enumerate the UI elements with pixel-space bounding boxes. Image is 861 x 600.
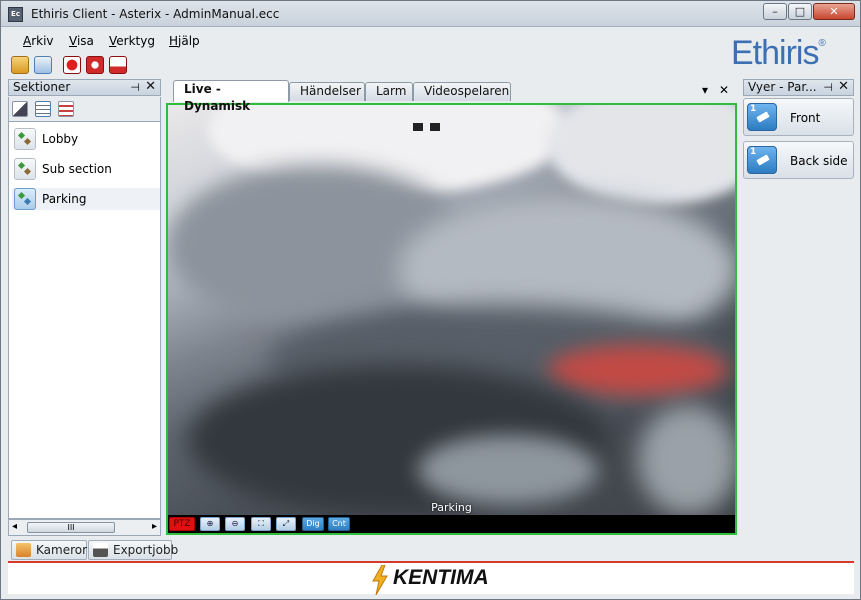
- section-icon: [14, 158, 36, 180]
- pin-icon[interactable]: ⊣: [823, 80, 833, 95]
- camera-feed[interactable]: Parking: [168, 105, 735, 515]
- zoom-out-icon[interactable]: ⊖: [225, 517, 245, 531]
- video-controls: PTZ ⊕ ⊖ ⛶ ⤢ Dig Cnt: [168, 515, 735, 533]
- camera-view-icon: 1: [747, 146, 777, 174]
- ptz-button[interactable]: PTZ: [169, 517, 195, 531]
- tab-larm[interactable]: Larm: [365, 82, 413, 101]
- tab-close-icon[interactable]: ✕: [719, 83, 729, 97]
- video-viewport[interactable]: Parking PTZ ⊕ ⊖ ⛶ ⤢ Dig Cnt: [166, 103, 737, 535]
- sections-title: Sektioner: [13, 80, 71, 94]
- close-button[interactable]: ✕: [813, 3, 855, 20]
- app-icon: Ec: [8, 7, 23, 22]
- scroll-right-icon[interactable]: ▸: [152, 521, 157, 532]
- tab-dropdown-icon[interactable]: ▾: [702, 83, 708, 97]
- sections-panel: Sektioner ⊣ ✕ Lobby Sub section Parking …: [8, 79, 161, 536]
- bottom-tabs: Kameror Exportjobb: [8, 540, 858, 560]
- view-front-button[interactable]: 1 Front: [743, 98, 854, 136]
- camera-icon: [16, 543, 31, 557]
- section-icon: [14, 128, 36, 150]
- section-item-parking[interactable]: Parking: [12, 188, 160, 210]
- section-list: Lobby Sub section Parking: [8, 121, 161, 519]
- close-icon[interactable]: ✕: [838, 79, 849, 94]
- power-icon[interactable]: [86, 56, 104, 74]
- zoom-in-icon[interactable]: ⊕: [200, 517, 220, 531]
- fit-icon[interactable]: ⛶: [251, 517, 271, 531]
- window-title: Ethiris Client - Asterix - AdminManual.e…: [31, 7, 280, 21]
- detail-view-icon[interactable]: [58, 101, 74, 117]
- camera-view-icon: 1: [747, 103, 777, 131]
- tab-videospelaren[interactable]: Videospelaren: [413, 82, 511, 101]
- view-back-side-button[interactable]: 1 Back side: [743, 141, 854, 179]
- tab-handelser[interactable]: Händelser: [289, 82, 365, 101]
- tree-view-icon[interactable]: [12, 101, 28, 117]
- export-icon: [93, 543, 108, 557]
- section-item-lobby[interactable]: Lobby: [12, 128, 160, 150]
- section-label: Lobby: [42, 132, 79, 146]
- close-icon[interactable]: ✕: [145, 79, 156, 94]
- alert-icon[interactable]: [109, 56, 127, 74]
- toolbar: [1, 54, 860, 76]
- menu-hjalp[interactable]: Hjälp: [169, 34, 200, 48]
- record-icon[interactable]: [63, 56, 81, 74]
- view-tabs: Live - Dynamisk Händelser Larm Videospel…: [165, 79, 738, 113]
- menu-arkiv[interactable]: Arkiv: [23, 34, 54, 48]
- camera-name-label: Parking: [431, 501, 472, 514]
- title-bar[interactable]: Ec Ethiris Client - Asterix - AdminManua…: [1, 1, 860, 27]
- scroll-thumb[interactable]: III: [27, 522, 115, 533]
- maximize-button[interactable]: □: [788, 3, 812, 20]
- section-item-sub-section[interactable]: Sub section: [12, 158, 160, 180]
- view-label: Front: [790, 111, 821, 125]
- views-title: Vyer - Par...: [748, 80, 817, 94]
- footer: KENTIMA: [8, 561, 854, 595]
- lightning-icon: [372, 565, 388, 595]
- tab-kameror[interactable]: Kameror: [11, 540, 87, 560]
- views-header: Vyer - Par... ⊣ ✕: [743, 79, 854, 96]
- digital-zoom-button[interactable]: Dig: [302, 517, 324, 531]
- expand-icon[interactable]: ⤢: [276, 517, 296, 531]
- tab-exportjobb[interactable]: Exportjobb: [88, 540, 178, 560]
- section-icon: [14, 188, 36, 210]
- main-area: Live - Dynamisk Händelser Larm Videospel…: [165, 79, 738, 536]
- section-label: Sub section: [42, 162, 112, 176]
- list-view-icon[interactable]: [35, 101, 51, 117]
- view-label: Back side: [790, 154, 848, 168]
- section-label: Parking: [42, 192, 87, 206]
- scroll-left-icon[interactable]: ◂: [12, 521, 17, 532]
- tab-live-dynamisk[interactable]: Live - Dynamisk: [173, 80, 289, 113]
- counter-button[interactable]: Cnt: [328, 517, 350, 531]
- folder-icon[interactable]: [11, 56, 29, 74]
- kentima-logo: KENTIMA: [372, 565, 489, 595]
- horizontal-scrollbar[interactable]: ◂ III ▸: [8, 519, 161, 536]
- menu-verktyg[interactable]: Verktyg: [109, 34, 155, 48]
- app-window: Ec Ethiris Client - Asterix - AdminManua…: [0, 0, 861, 600]
- section-tools: [8, 97, 161, 121]
- sections-header: Sektioner ⊣ ✕: [8, 79, 161, 96]
- menu-visa[interactable]: Visa: [69, 34, 94, 48]
- minimize-button[interactable]: –: [763, 3, 787, 20]
- pin-icon[interactable]: ⊣: [130, 80, 140, 95]
- views-panel: Vyer - Par... ⊣ ✕ 1 Front 1 Back side: [743, 79, 854, 536]
- refresh-icon[interactable]: [34, 56, 52, 74]
